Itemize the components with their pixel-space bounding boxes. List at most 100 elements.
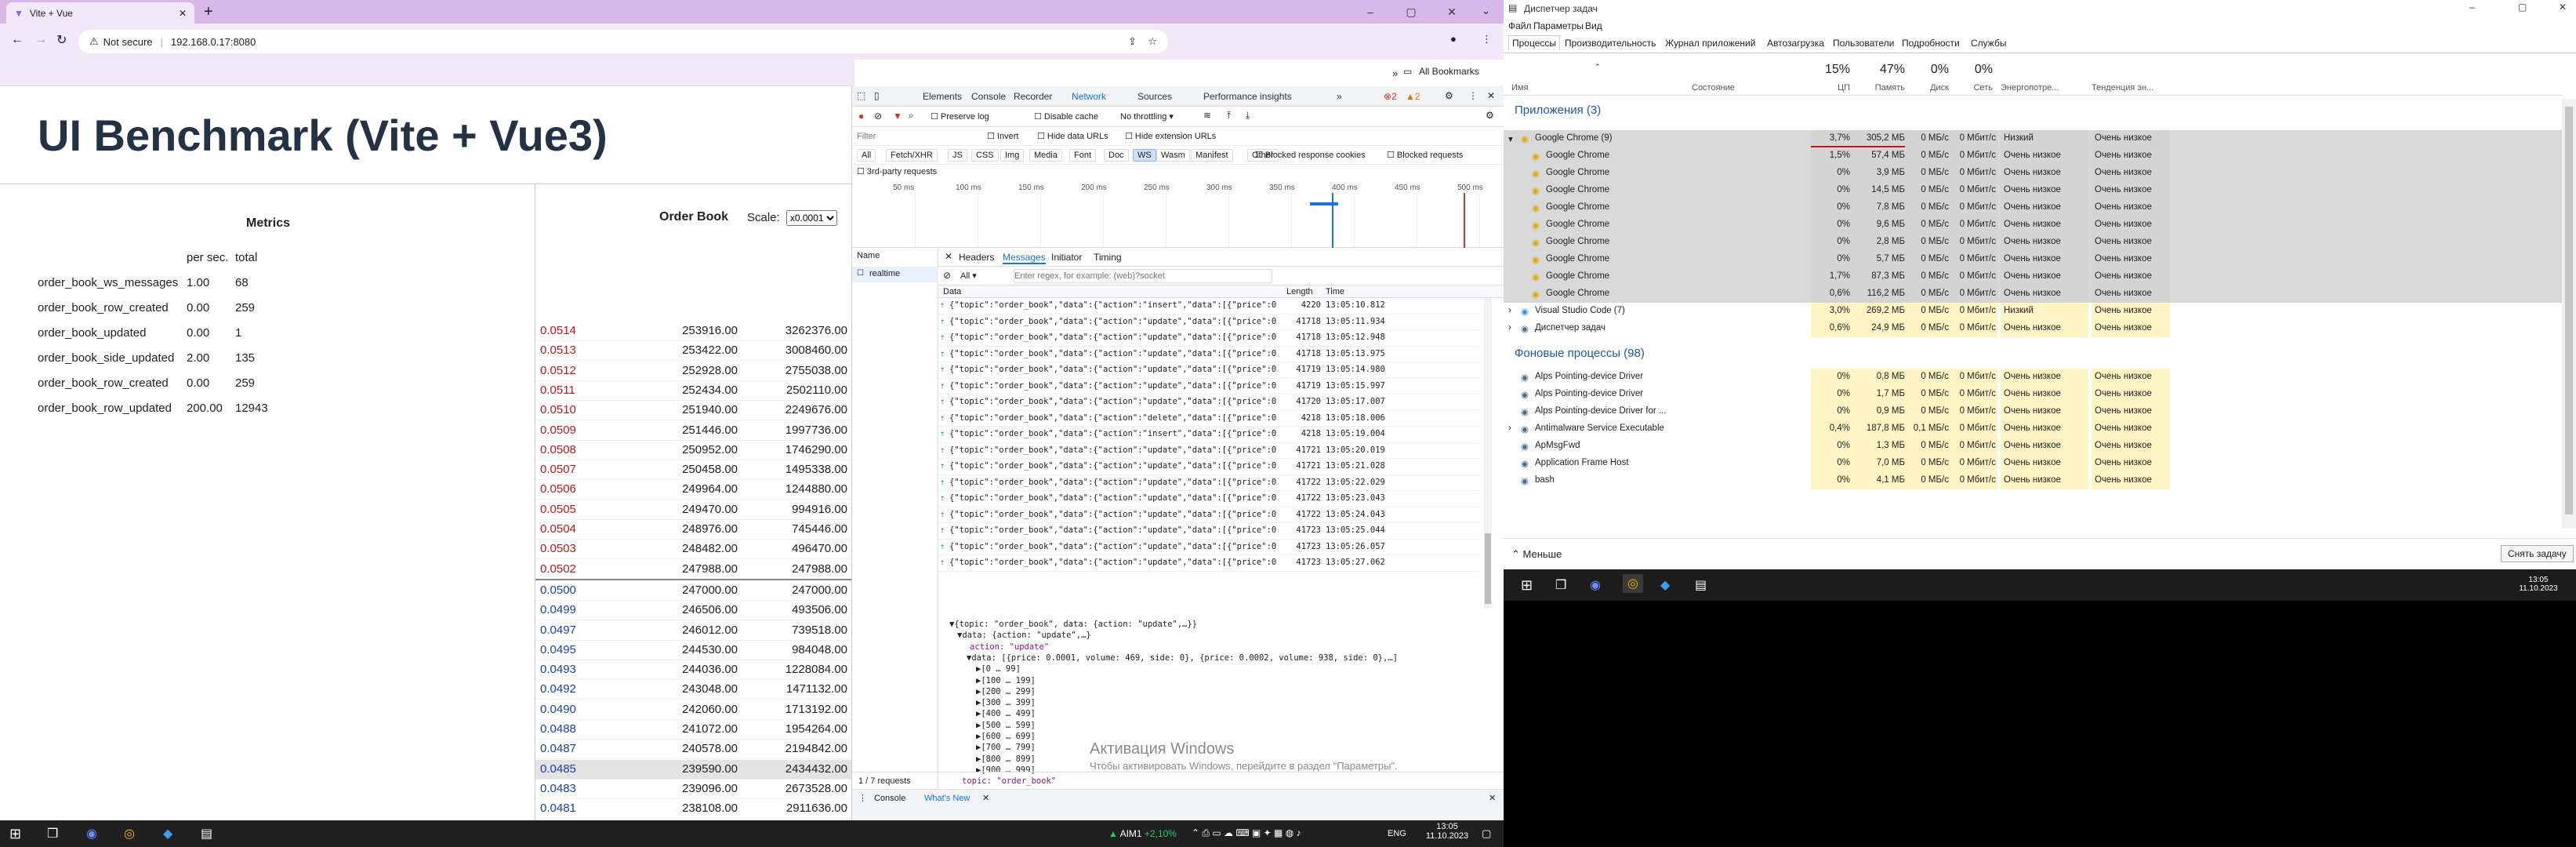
message-row[interactable]: ⇡ {"topic":"order_book","data":{"action":…: [938, 507, 1479, 523]
col-energy[interactable]: Энергопотре...: [2001, 83, 2059, 93]
tm-tab[interactable]: Производительность: [1565, 38, 1656, 49]
drawer-tab-whats-new[interactable]: What's New: [924, 794, 970, 803]
devtools-tab[interactable]: Network: [1072, 91, 1106, 102]
filter-icon[interactable]: ▼: [893, 111, 902, 122]
tm-menu-item[interactable]: Вид: [1585, 20, 1602, 31]
process-row[interactable]: ◉ Google Chrome 0% 2,8 МБ 0 МБ/с 0 Мбит/с Очен…: [1504, 234, 2562, 251]
maximize-button[interactable]: ▢: [1395, 3, 1427, 20]
process-row[interactable]: ◉ Google Chrome 0% 3,9 МБ 0 МБ/с 0 Мбит/с Очен…: [1504, 165, 2562, 182]
type-filter-all[interactable]: All: [857, 149, 876, 162]
tm-scrollbar[interactable]: [2562, 99, 2576, 529]
scale-select[interactable]: x0.0001: [785, 210, 837, 226]
warning-badge[interactable]: ▲2: [1406, 91, 1420, 102]
windows-start-icon[interactable]: ⊞: [1521, 577, 1533, 594]
col-cpu[interactable]: ЦП: [1823, 83, 1850, 93]
message-row[interactable]: ⇡ {"topic":"order_book","data":{"action":…: [938, 314, 1479, 330]
tm-tab[interactable]: Журнал приложений: [1665, 38, 1755, 49]
windows-start-icon[interactable]: ⊞: [9, 826, 21, 842]
chrome-taskbar-icon[interactable]: ◎: [1623, 574, 1643, 593]
expand-chevron-icon[interactable]: ›: [1508, 306, 1511, 315]
col-disk[interactable]: Диск: [1910, 83, 1949, 93]
taskmanager-taskbar-icon[interactable]: ▤: [1695, 577, 1707, 593]
close-button[interactable]: ✕: [1436, 3, 1468, 20]
message-row[interactable]: ⇡ {"topic":"order_book","data":{"action":…: [938, 540, 1479, 555]
clock[interactable]: 13:05 11.10.2023: [1424, 822, 1471, 841]
taskmanager-taskbar-icon[interactable]: ▤: [201, 826, 212, 842]
drawer-tab-console[interactable]: Console: [874, 794, 905, 803]
message-row[interactable]: ⇡ {"topic":"order_book","data":{"action":…: [938, 523, 1479, 540]
app-icon[interactable]: ◉: [1590, 577, 1601, 593]
type-filter-wasm[interactable]: Wasm: [1156, 149, 1190, 162]
detail-line[interactable]: ▶[800 … 899]: [976, 754, 1036, 764]
message-type-select[interactable]: All ▾: [960, 271, 977, 281]
type-filter-doc[interactable]: Doc: [1104, 149, 1129, 162]
tm-tab[interactable]: Автозагрузка: [1767, 38, 1824, 49]
message-row[interactable]: ⇡ {"topic":"order_book","data":{"action":…: [938, 298, 1479, 314]
tm-close-button[interactable]: ✕: [2559, 2, 2567, 13]
devtools-tab[interactable]: Sources: [1137, 91, 1172, 102]
process-row[interactable]: ◉ Alps Pointing-device Driver 0% 1,7 МБ 0 МБ…: [1504, 386, 2562, 403]
invert-checkbox[interactable]: ☐ Invert: [987, 131, 1018, 141]
scrollbar-thumb[interactable]: [1485, 533, 1491, 604]
col-status[interactable]: Состояние: [1692, 83, 1735, 93]
vscode-taskbar-icon[interactable]: ◆: [1660, 577, 1670, 593]
tm-scroll-thumb[interactable]: [2565, 107, 2573, 514]
tabstrip-menu-icon[interactable]: ⌄: [1482, 5, 1490, 17]
devtools-tab[interactable]: Recorder: [1014, 91, 1052, 102]
process-row[interactable]: ◉ Google Chrome 0% 9,6 МБ 0 МБ/с 0 Мбит/с Очен…: [1504, 216, 2562, 234]
type-filter-font[interactable]: Font: [1069, 149, 1097, 162]
tm-menu-item[interactable]: Файл: [1508, 20, 1532, 31]
detail-tab-messages[interactable]: Messages: [1003, 252, 1046, 264]
tab-close-icon[interactable]: ✕: [179, 8, 187, 19]
type-filter-css[interactable]: CSS: [971, 149, 999, 162]
task-view-icon[interactable]: ❐: [1555, 577, 1566, 593]
message-row[interactable]: ⇡ {"topic":"order_book","data":{"action":…: [938, 443, 1479, 459]
tm-tab[interactable]: Процессы: [1508, 35, 1561, 50]
detail-line[interactable]: ▶[400 … 499]: [976, 709, 1036, 718]
error-badge[interactable]: ⊗2: [1384, 91, 1397, 102]
detail-line[interactable]: ▶[600 … 699]: [976, 732, 1036, 741]
expand-chevron-icon[interactable]: ›: [1508, 323, 1511, 333]
message-row[interactable]: ⇡ {"topic":"order_book","data":{"action":…: [938, 379, 1479, 394]
forward-icon[interactable]: →: [34, 33, 47, 47]
process-row[interactable]: ◉ Alps Pointing-device Driver 0% 0,8 МБ 0 МБ…: [1504, 369, 2562, 386]
process-row[interactable]: ◉ Google Chrome 1,5% 57,4 МБ 0 МБ/с 0 Мбит/с О…: [1504, 147, 2562, 165]
app-icon[interactable]: ◉: [86, 826, 97, 842]
message-row[interactable]: ⇡ {"topic":"order_book","data":{"action":…: [938, 362, 1479, 379]
process-row[interactable]: ◉ Google Chrome 0,6% 116,2 МБ 0 МБ/с 0 Мбит/с…: [1504, 285, 2562, 303]
task-view-icon[interactable]: ❐: [47, 826, 58, 842]
message-row[interactable]: ⇡ {"topic":"order_book","data":{"action":…: [938, 330, 1479, 347]
devtools-more-tabs[interactable]: »: [1337, 91, 1342, 102]
clear-icon[interactable]: ⊘: [874, 111, 882, 122]
search-icon[interactable]: ⌕: [909, 110, 914, 122]
hide-data-urls-checkbox[interactable]: ☐ Hide data URLs: [1037, 131, 1108, 141]
tm-tab[interactable]: Подробности: [1902, 38, 1960, 49]
share-icon[interactable]: ⇪: [1128, 35, 1137, 48]
stock-widget[interactable]: ▲ AIM1 +2,10%: [1108, 828, 1177, 839]
type-filter-js[interactable]: JS: [948, 149, 967, 162]
request-row[interactable]: ☐ realtime: [852, 267, 938, 282]
name-column-header[interactable]: Name: [857, 251, 880, 260]
col-mem[interactable]: Память: [1855, 83, 1905, 93]
detail-tab-headers[interactable]: Headers: [959, 252, 994, 263]
hide-ext-urls-checkbox[interactable]: ☐ Hide extension URLs: [1125, 131, 1216, 141]
tm-minimize-button[interactable]: –: [2469, 2, 2475, 13]
throttling-select[interactable]: No throttling ▾: [1120, 111, 1174, 122]
preserve-log-checkbox[interactable]: ☐ Preserve log: [931, 111, 989, 122]
process-row[interactable]: ◉ bash 0% 4,1 МБ 0 МБ/с 0 Мбит/с Очень низкое О…: [1504, 472, 2562, 489]
devtools-close-icon[interactable]: ✕: [1487, 90, 1495, 101]
bookmarks-overflow-icon[interactable]: »: [1392, 67, 1398, 79]
expand-chevron-icon[interactable]: ▾: [1508, 133, 1513, 144]
message-row[interactable]: ⇡ {"topic":"order_book","data":{"action":…: [938, 555, 1479, 572]
new-tab-button[interactable]: +: [204, 3, 213, 21]
address-bar[interactable]: ⚠ Not secure | 192.168.0.17:8080 ⇪ ☆: [78, 30, 1168, 53]
inspect-icon[interactable]: ⬚: [857, 90, 865, 101]
chrome-taskbar-icon[interactable]: ◎: [124, 826, 135, 842]
bookmark-star-icon[interactable]: ☆: [1148, 35, 1157, 48]
vscode-taskbar-icon[interactable]: ◆: [163, 826, 172, 842]
detail-line[interactable]: ▶[500 … 599]: [976, 721, 1036, 730]
tm-tab[interactable]: Службы: [1971, 38, 2006, 49]
disable-cache-checkbox[interactable]: ☐ Disable cache: [1034, 111, 1098, 122]
type-filter-media[interactable]: Media: [1029, 149, 1062, 162]
process-row[interactable]: ◉ Google Chrome 0% 7,8 МБ 0 МБ/с 0 Мбит/с Очен…: [1504, 199, 2562, 216]
